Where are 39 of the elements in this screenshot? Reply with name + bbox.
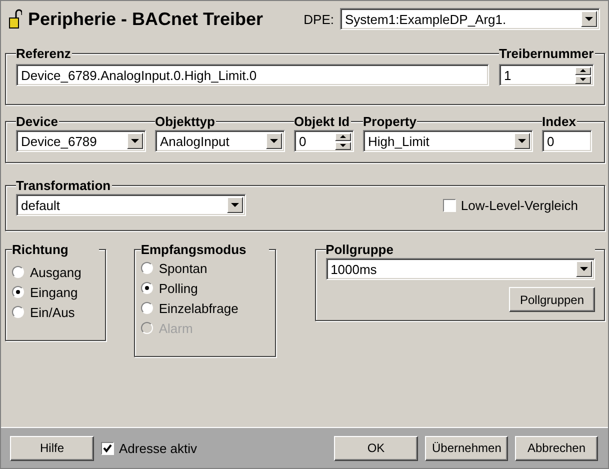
spin-field[interactable]: 1: [499, 64, 594, 86]
dpe-label: DPE:: [304, 12, 334, 26]
radio-label: Ausgang: [30, 264, 82, 280]
dialog-button[interactable]: Abbrechen: [515, 436, 598, 460]
window-title: Peripherie - BACnet Treiber: [28, 8, 264, 30]
spin-up-icon[interactable]: [335, 132, 351, 140]
spin-field[interactable]: 0: [294, 130, 354, 152]
dropdown-field[interactable]: Device_6789: [16, 130, 146, 152]
dialog-button[interactable]: Übernehmen: [425, 436, 508, 460]
radio-button[interactable]: [140, 282, 153, 294]
reference-field[interactable]: Device_6789.AnalogInput.0.High_Limit.0: [16, 64, 489, 86]
radio-button[interactable]: [12, 286, 24, 298]
lock-icon: [9, 9, 22, 29]
radio-button[interactable]: [12, 266, 24, 278]
pollgroup-dropdown[interactable]: 1000ms: [326, 258, 595, 280]
dropdown-field[interactable]: AnalogInput: [155, 130, 285, 152]
radio-label: Eingang: [30, 284, 78, 300]
radio-button[interactable]: [140, 262, 153, 274]
help-button[interactable]: Hilfe: [10, 436, 94, 460]
spin-up-icon[interactable]: [575, 66, 591, 74]
radio-button[interactable]: [140, 302, 153, 314]
radio-label: Spontan: [158, 260, 208, 276]
checkbox[interactable]: [101, 442, 114, 454]
dpe-dropdown[interactable]: System1:ExampleDP_Arg1.: [340, 8, 600, 30]
spin-down-icon[interactable]: [335, 142, 351, 150]
radio-label: Polling: [158, 280, 198, 296]
spin-down-icon[interactable]: [575, 76, 591, 84]
dropdown-field[interactable]: High_Limit: [363, 130, 533, 152]
check-icon: [103, 444, 112, 452]
radio-button[interactable]: [12, 306, 24, 318]
checkbox[interactable]: [442, 198, 456, 212]
dialog-button[interactable]: OK: [334, 436, 418, 460]
radio-label: Ein/Aus: [30, 304, 75, 320]
checkbox-label: Adresse aktiv: [119, 440, 198, 456]
transformation-dropdown[interactable]: default: [16, 194, 246, 216]
pollgroups-button[interactable]: Pollgruppen: [509, 287, 595, 312]
text-field[interactable]: 0: [542, 130, 592, 152]
radio-label: Einzelabfrage: [158, 300, 238, 316]
checkbox-label: Low-Level-Vergleich: [460, 198, 578, 212]
